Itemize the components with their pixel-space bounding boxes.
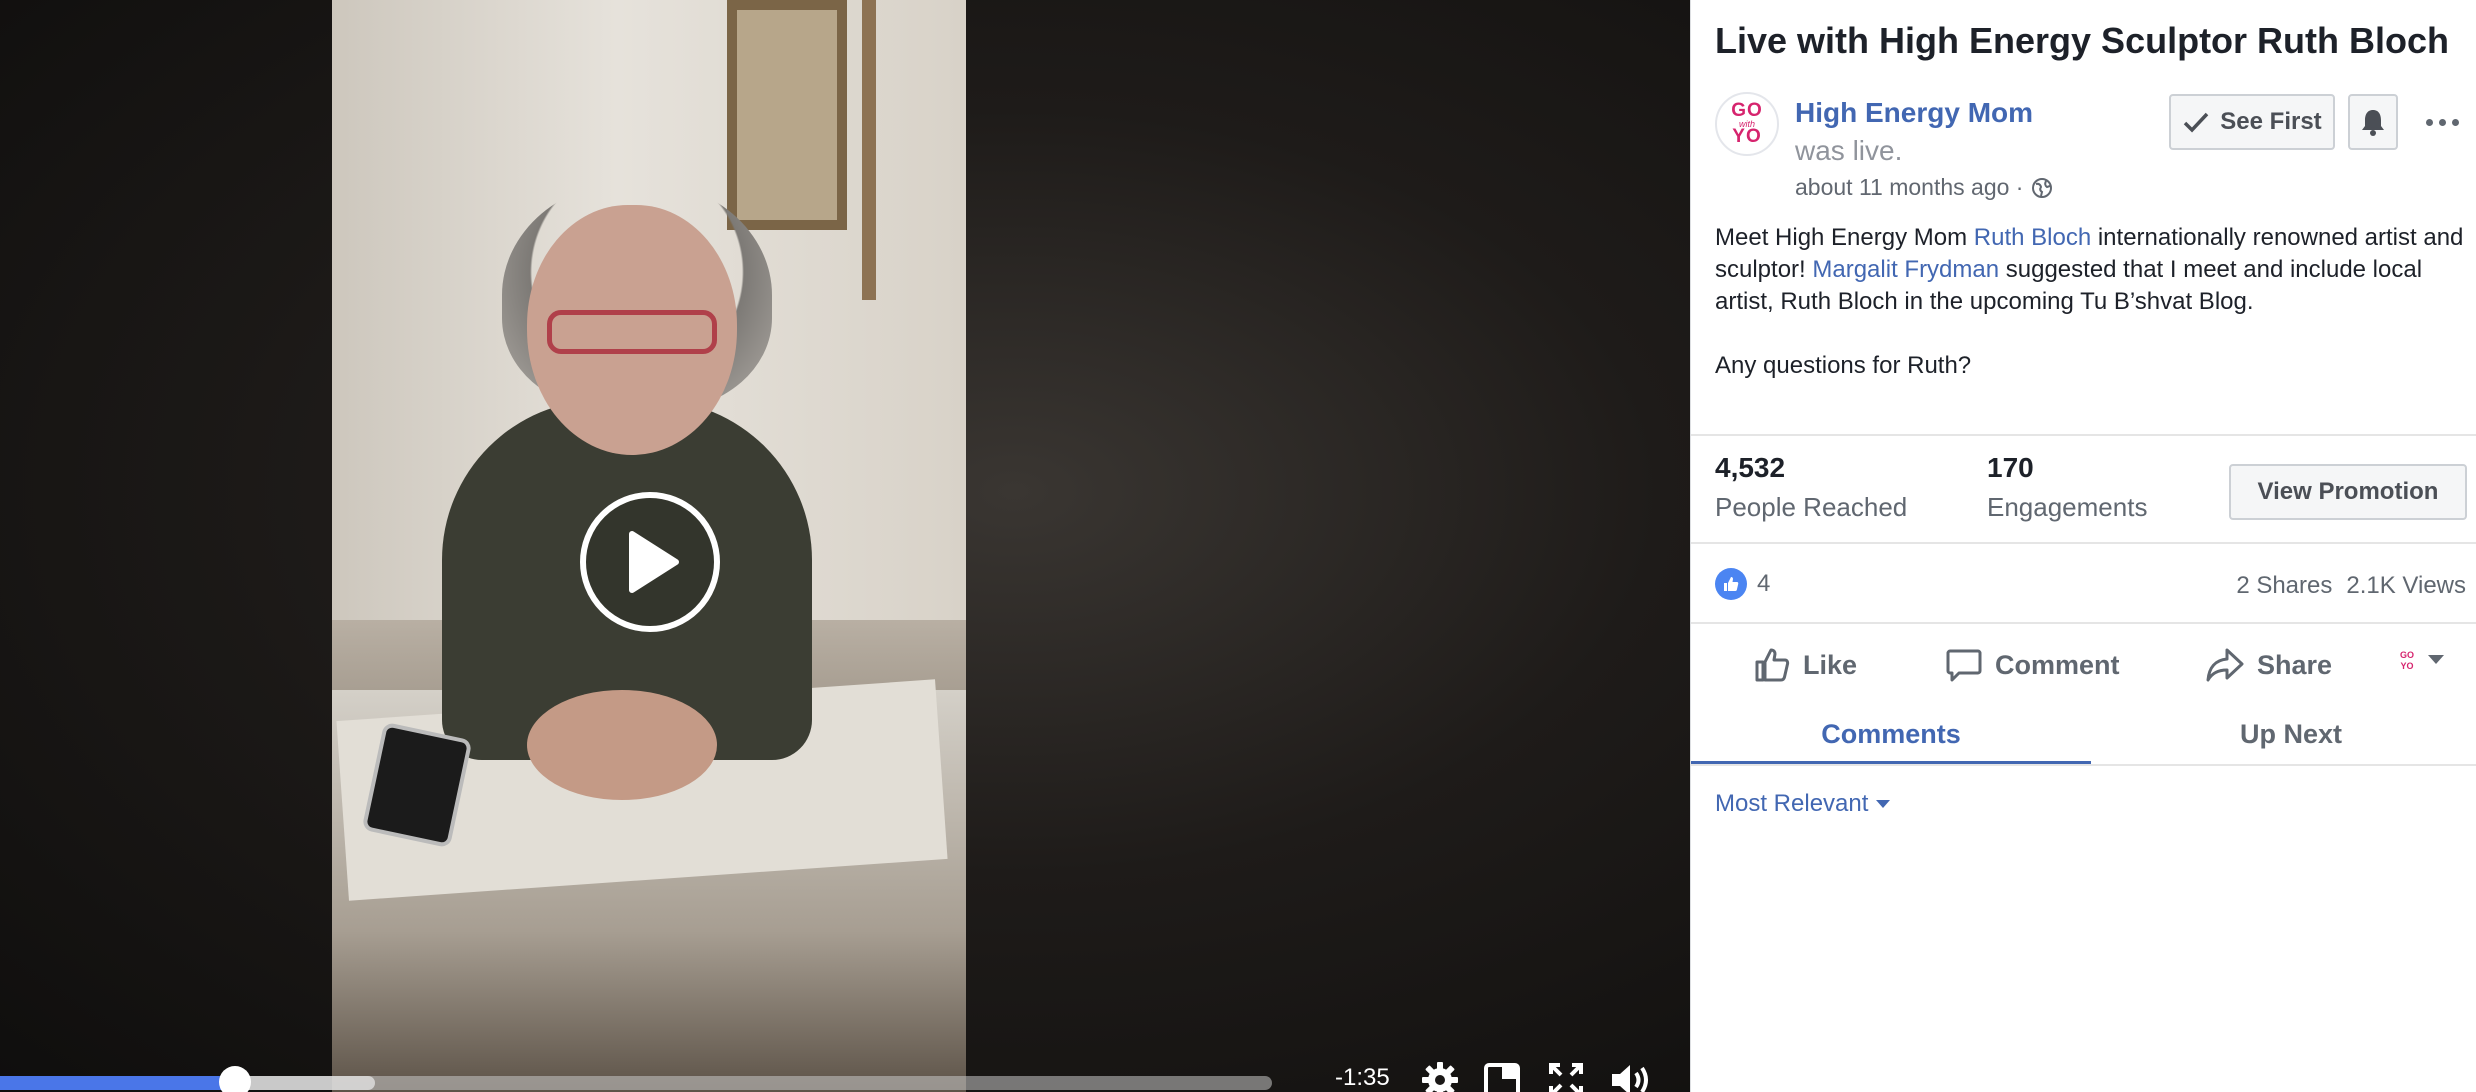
settings-gear-icon xyxy=(1422,1062,1458,1092)
caret-down-icon xyxy=(1876,800,1891,808)
see-first-label: See First xyxy=(2220,108,2322,135)
checkmark-icon xyxy=(2184,112,2209,133)
video-scene-glasses xyxy=(547,310,717,354)
post-as-selector[interactable]: GO YO xyxy=(2397,648,2445,672)
settings-button[interactable] xyxy=(1418,1058,1462,1092)
video-player[interactable]: -1:35 xyxy=(0,0,1690,1092)
comment-button[interactable]: Comment xyxy=(1945,640,2120,690)
play-button[interactable] xyxy=(580,492,720,632)
comment-bubble-icon xyxy=(1946,649,1982,682)
svg-text:YO: YO xyxy=(2400,661,2413,671)
share-arrow-icon xyxy=(2206,648,2244,682)
volume-button[interactable] xyxy=(1608,1058,1652,1092)
globe-icon xyxy=(2032,177,2053,198)
divider-actions xyxy=(1691,622,2476,624)
post-title: Live with High Energy Sculptor Ruth Bloc… xyxy=(1715,20,2450,61)
people-reached-stat: 4,532 People Reached xyxy=(1715,452,1907,523)
video-scene-door xyxy=(727,0,847,230)
reaction-selector-icon: GO YO xyxy=(2400,650,2414,671)
more-dots-icon xyxy=(2425,118,2459,126)
picture-in-picture-button[interactable] xyxy=(1480,1058,1524,1092)
mention-margalit-frydman[interactable]: Margalit Frydman xyxy=(1812,256,1999,283)
picture-in-picture-icon xyxy=(1484,1063,1520,1092)
views-count: 2.1K Views xyxy=(2346,572,2466,599)
people-reached-label: People Reached xyxy=(1715,492,1908,522)
shares-count[interactable]: 2 Shares xyxy=(2236,572,2332,600)
post-paragraph-1: Meet High Energy Mom Ruth Bloch internat… xyxy=(1715,224,2464,315)
play-icon xyxy=(629,531,679,593)
fullscreen-icon xyxy=(1549,1063,1583,1092)
like-count: 4 xyxy=(1757,570,1771,597)
post-timestamp: about 11 months ago · xyxy=(1795,174,2053,201)
svg-text:GO: GO xyxy=(2400,650,2414,660)
progress-played xyxy=(0,1076,236,1090)
see-first-button[interactable]: See First xyxy=(2169,94,2335,150)
post-time-text[interactable]: about 11 months ago · xyxy=(1795,174,2023,201)
engagements-value: 170 xyxy=(1987,452,2034,483)
comment-sort-label: Most Relevant xyxy=(1715,790,1869,817)
view-promotion-button[interactable]: View Promotion xyxy=(2229,464,2467,520)
mention-ruth-bloch[interactable]: Ruth Bloch xyxy=(1974,224,2091,251)
comment-label: Comment xyxy=(1995,649,2120,680)
video-scene-pipe xyxy=(862,0,876,300)
avatar-logo-text-top: GO xyxy=(1731,100,1763,121)
tab-comments[interactable]: Comments xyxy=(1691,702,2091,766)
people-reached-value: 4,532 xyxy=(1715,452,1786,483)
like-thumb-icon xyxy=(1755,648,1790,682)
caret-down-icon xyxy=(2428,655,2444,664)
engagements-stat: 170 Engagements xyxy=(1987,452,2147,523)
post-paragraph-2: Any questions for Ruth? xyxy=(1715,352,1972,379)
share-label: Share xyxy=(2257,649,2333,680)
post-body: Meet High Energy Mom Ruth Bloch internat… xyxy=(1715,222,2465,382)
divider-tabs xyxy=(1691,764,2476,766)
like-label: Like xyxy=(1803,649,1858,680)
progress-scrubber-handle[interactable] xyxy=(219,1066,252,1092)
bell-icon xyxy=(2362,110,2384,136)
page-avatar[interactable]: GO with YO xyxy=(1715,92,1779,156)
shares-views: 2 Shares 2.1K Views xyxy=(2236,572,2466,600)
like-reaction-icon xyxy=(1715,568,1747,600)
post-side-panel: Live with High Energy Sculptor Ruth Bloc… xyxy=(1690,0,2476,1092)
divider-insights xyxy=(1691,434,2476,436)
more-options-button[interactable] xyxy=(2417,104,2467,140)
engagements-label: Engagements xyxy=(1987,492,2148,522)
time-remaining: -1:35 xyxy=(1335,1064,1390,1091)
video-scene-hands xyxy=(527,690,717,800)
reaction-summary[interactable]: 4 xyxy=(1715,568,1770,600)
avatar-logo-text-bottom: YO xyxy=(1732,126,1762,147)
comment-sort-dropdown[interactable]: Most Relevant xyxy=(1715,790,1891,818)
author-suffix: was live. xyxy=(1795,135,1903,166)
author-line: High Energy Mom was live. xyxy=(1795,94,2085,170)
share-button[interactable]: Share xyxy=(2205,640,2332,690)
like-button[interactable]: Like xyxy=(1753,640,1857,690)
author-name-link[interactable]: High Energy Mom xyxy=(1795,97,2033,128)
volume-icon xyxy=(1612,1065,1648,1092)
tab-up-next[interactable]: Up Next xyxy=(2091,702,2476,766)
fullscreen-button[interactable] xyxy=(1544,1058,1588,1092)
divider-reactions xyxy=(1691,542,2476,544)
notifications-button[interactable] xyxy=(2348,94,2398,150)
